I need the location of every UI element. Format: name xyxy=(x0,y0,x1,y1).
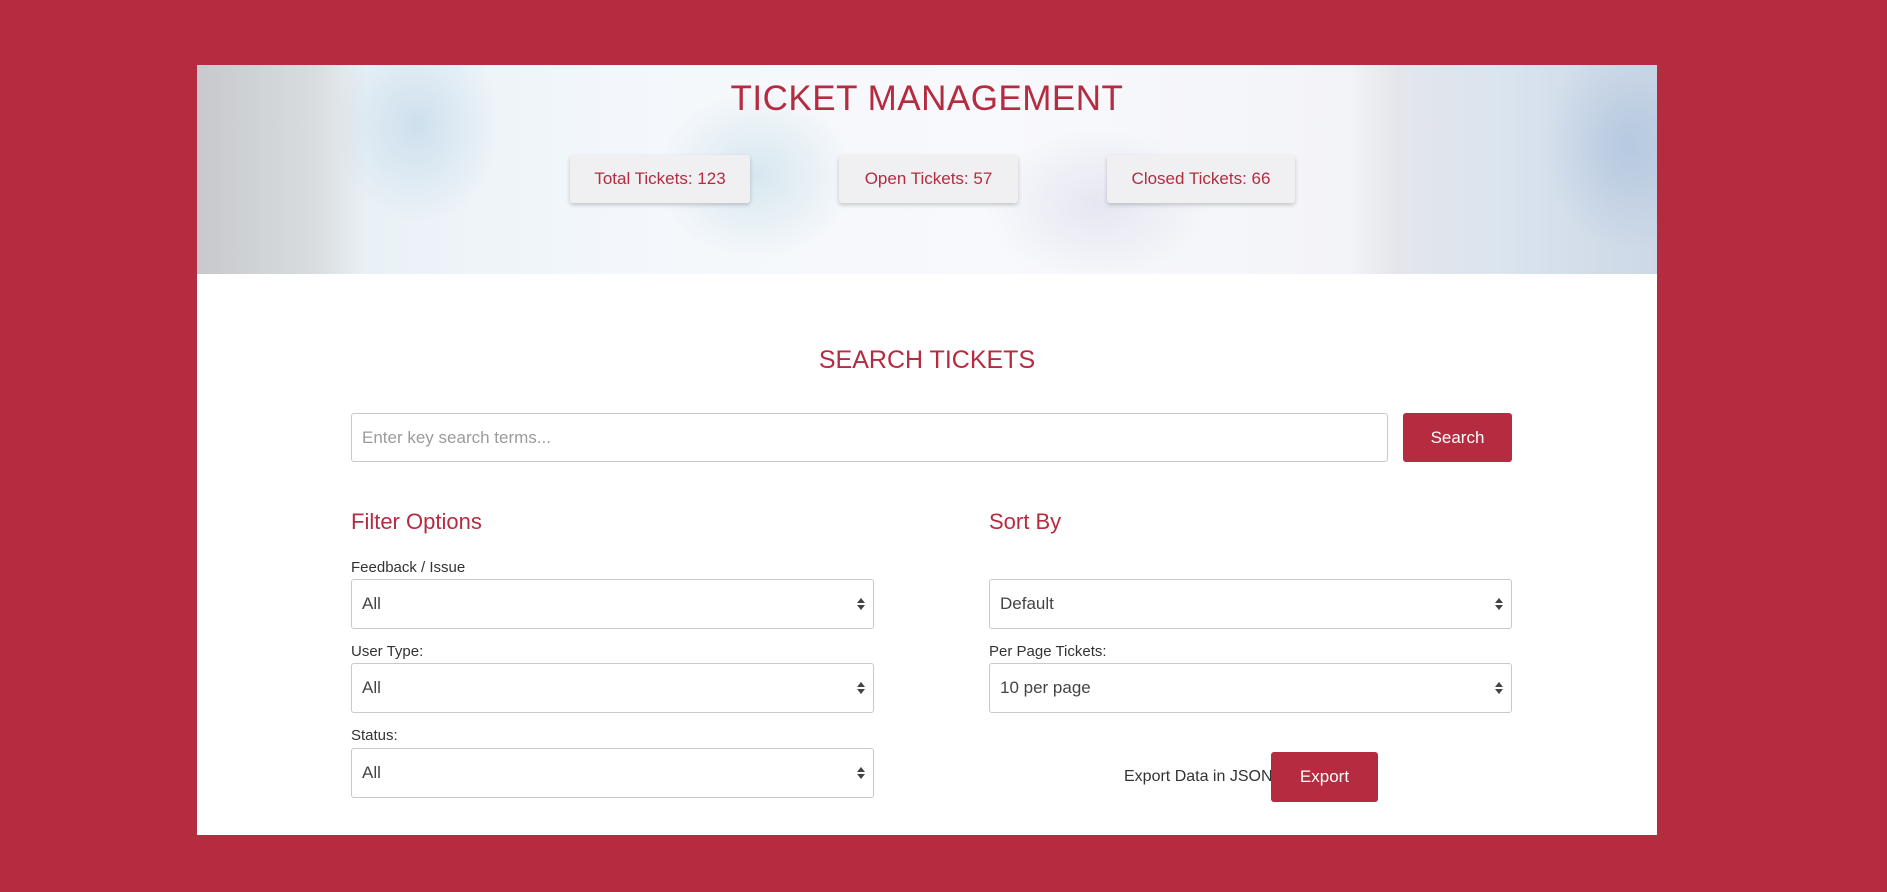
feedback-issue-value: All xyxy=(362,594,381,613)
select-arrows-icon xyxy=(1495,682,1503,694)
per-page-label: Per Page Tickets: xyxy=(989,643,1107,660)
select-arrows-icon xyxy=(857,598,865,610)
sort-by-heading: Sort By xyxy=(989,509,1062,534)
user-type-label: User Type: xyxy=(351,643,424,660)
export-label: Export Data in JSON xyxy=(1124,768,1273,785)
sort-by-select[interactable]: Default xyxy=(989,579,1512,629)
page-title: TICKET MANAGEMENT xyxy=(730,79,1124,118)
total-tickets-badge: Total Tickets: 123 xyxy=(570,155,750,203)
closed-tickets-badge: Closed Tickets: 66 xyxy=(1107,155,1295,203)
export-button[interactable]: Export xyxy=(1271,752,1378,802)
sort-by-value: Default xyxy=(1000,594,1054,613)
search-section-title: SEARCH TICKETS xyxy=(818,346,1036,374)
status-select[interactable]: All xyxy=(351,748,874,798)
status-label: Status: xyxy=(351,727,398,744)
hero-banner: TICKET MANAGEMENT Total Tickets: 123 Ope… xyxy=(197,65,1657,274)
filter-options-heading: Filter Options xyxy=(351,509,482,534)
feedback-issue-label: Feedback / Issue xyxy=(351,559,466,576)
search-input[interactable] xyxy=(351,413,1388,462)
per-page-select[interactable]: 10 per page xyxy=(989,663,1512,713)
user-type-value: All xyxy=(362,678,381,697)
main-card: TICKET MANAGEMENT Total Tickets: 123 Ope… xyxy=(197,65,1657,835)
select-arrows-icon xyxy=(857,767,865,779)
open-tickets-badge: Open Tickets: 57 xyxy=(839,155,1018,203)
select-arrows-icon xyxy=(857,682,865,694)
search-button[interactable]: Search xyxy=(1403,413,1512,462)
select-arrows-icon xyxy=(1495,598,1503,610)
per-page-value: 10 per page xyxy=(1000,678,1091,697)
feedback-issue-select[interactable]: All xyxy=(351,579,874,629)
user-type-select[interactable]: All xyxy=(351,663,874,713)
status-value: All xyxy=(362,763,381,782)
